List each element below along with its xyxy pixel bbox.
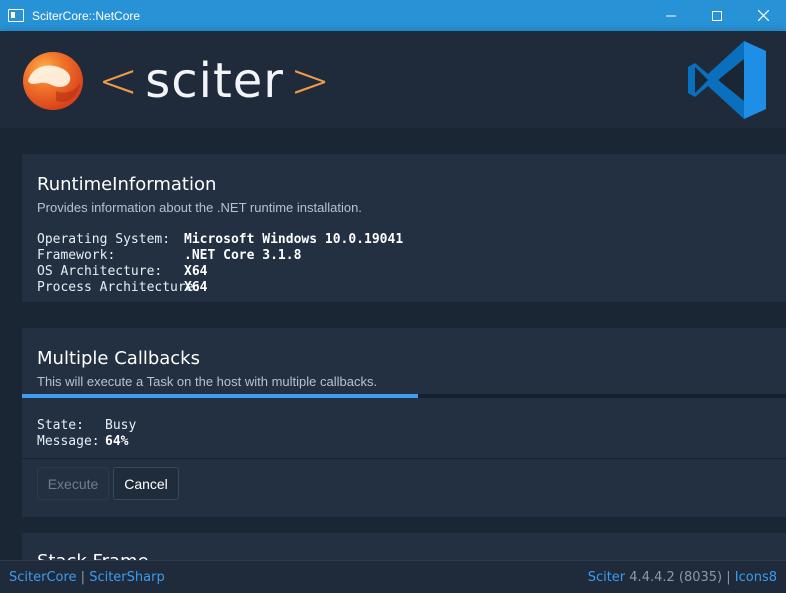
- scitercore-link[interactable]: SciterCore: [9, 570, 77, 585]
- main-content[interactable]: RuntimeInformation Provides information …: [0, 128, 786, 560]
- runtime-info-list: Operating System: Microsoft Windows 10.0.…: [37, 232, 403, 296]
- app-icon: [8, 9, 24, 22]
- divider: [22, 458, 786, 459]
- close-button[interactable]: [740, 0, 786, 31]
- app-header: < sciter >: [0, 31, 786, 128]
- info-key: Framework:: [37, 248, 116, 263]
- status-left: SciterCore | SciterSharp: [9, 570, 165, 585]
- runtime-info-card: RuntimeInformation Provides information …: [22, 154, 786, 302]
- logo-text: sciter: [145, 53, 285, 109]
- info-value: Microsoft Windows 10.0.19041: [184, 232, 404, 247]
- status-separator: |: [76, 570, 90, 585]
- callback-status: State: Busy Message: 64%: [37, 418, 136, 450]
- bracket-right: >: [290, 53, 332, 109]
- card-title: RuntimeInformation: [37, 174, 217, 195]
- window-title: SciterCore::NetCore: [32, 8, 141, 23]
- state-row: State: Busy: [37, 418, 136, 434]
- sciter-link[interactable]: Sciter: [588, 570, 625, 585]
- status-separator: |: [726, 570, 735, 585]
- sciter-wordmark: < sciter >: [98, 51, 331, 111]
- state-key: State:: [37, 418, 84, 433]
- maximize-icon: [712, 10, 722, 21]
- card-title: Stack Frame: [37, 551, 149, 560]
- progress-fill: [22, 394, 419, 398]
- icons8-link[interactable]: Icons8: [735, 570, 777, 585]
- message-value: 64%: [105, 434, 129, 449]
- maximize-button[interactable]: [694, 0, 740, 31]
- info-key: Process Architecture:: [37, 280, 202, 295]
- stack-frame-card: Stack Frame: [22, 533, 786, 560]
- minimize-icon: [666, 15, 676, 16]
- card-description: Provides information about the .NET runt…: [37, 200, 362, 215]
- state-value: Busy: [105, 418, 137, 433]
- execute-button[interactable]: Execute: [37, 467, 109, 500]
- cancel-button[interactable]: Cancel: [113, 467, 179, 500]
- window-controls: [648, 0, 786, 31]
- info-value: X64: [184, 264, 208, 279]
- progress-bar: [22, 394, 786, 398]
- info-value: X64: [184, 280, 208, 295]
- close-icon: [757, 10, 769, 21]
- info-row-process-arch: Process Architecture: X64: [37, 280, 403, 296]
- sciter-ball-logo-icon: [23, 52, 83, 110]
- scitersharp-link[interactable]: SciterSharp: [89, 570, 165, 585]
- info-row-os-arch: OS Architecture: X64: [37, 264, 403, 280]
- multiple-callbacks-card: Multiple Callbacks This will execute a T…: [22, 328, 786, 517]
- vscode-logo-icon: [688, 41, 766, 119]
- info-row-os: Operating System: Microsoft Windows 10.0.…: [37, 232, 403, 248]
- minimize-button[interactable]: [648, 0, 694, 31]
- info-value: .NET Core 3.1.8: [184, 248, 302, 263]
- status-right: Sciter 4.4.4.2 (8035) | Icons8: [588, 570, 777, 585]
- message-row: Message: 64%: [37, 434, 136, 450]
- status-bar: SciterCore | SciterSharp Sciter 4.4.4.2 …: [0, 560, 786, 593]
- bracket-left: <: [98, 53, 140, 109]
- info-key: Operating System:: [37, 232, 171, 247]
- window-titlebar[interactable]: SciterCore::NetCore: [0, 0, 786, 31]
- card-description: This will execute a Task on the host wit…: [37, 374, 378, 389]
- info-key: OS Architecture:: [37, 264, 163, 279]
- message-key: Message:: [37, 434, 100, 449]
- info-row-framework: Framework: .NET Core 3.1.8: [37, 248, 403, 264]
- sciter-version: 4.4.4.2 (8035): [625, 570, 727, 585]
- card-title: Multiple Callbacks: [37, 348, 200, 369]
